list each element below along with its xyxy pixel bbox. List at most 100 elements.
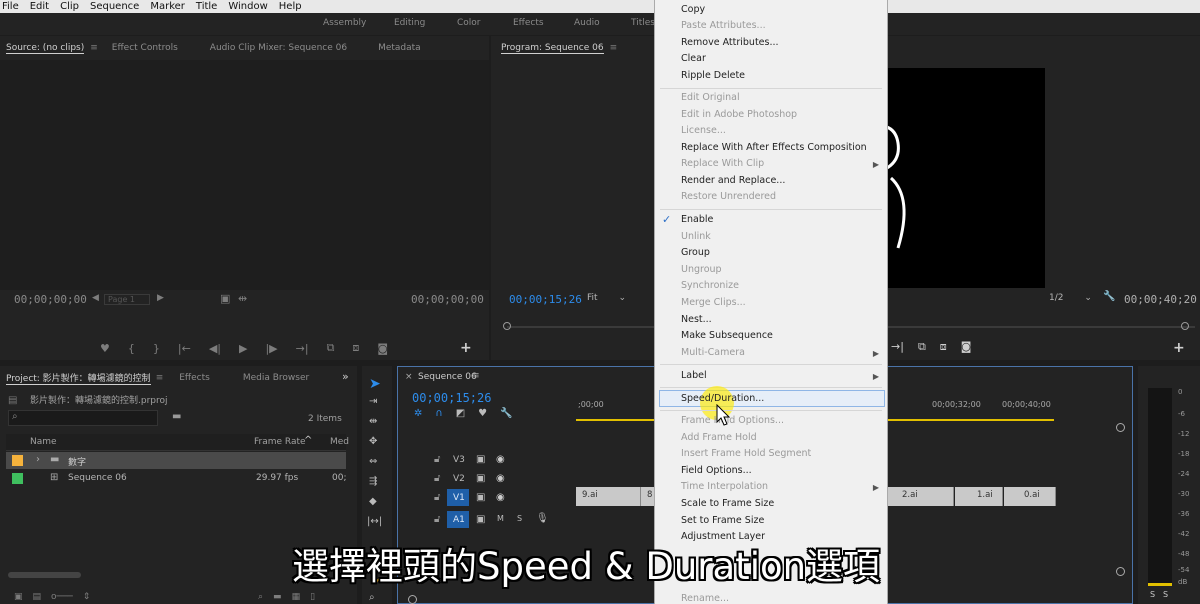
find-icon[interactable]: ⌕ <box>258 592 263 602</box>
menu-item-nest[interactable]: Nest... <box>681 314 712 325</box>
lock-icon[interactable]: 🔓︎ <box>434 473 440 484</box>
menu-item-edit-original[interactable]: Edit Original <box>681 92 740 103</box>
selection-tool-icon[interactable]: ➤ <box>369 376 381 392</box>
drag-audio-icon[interactable]: ⇹ <box>238 292 247 305</box>
microphone-icon[interactable]: 🎙︎ <box>536 513 549 524</box>
tab-metadata[interactable]: Metadata <box>378 43 421 53</box>
sync-lock-icon[interactable]: ▣ <box>476 514 485 525</box>
track-select-tool-icon[interactable]: ⇥ <box>369 396 377 407</box>
timeline-clip[interactable]: 8 <box>641 487 655 506</box>
eye-icon[interactable]: ◉ <box>496 492 505 503</box>
more-tabs-icon[interactable]: » <box>342 370 349 383</box>
list-item[interactable]: ⊞ Sequence 06 29.97 fps 00; <box>6 470 346 487</box>
tab-sequence[interactable]: Sequence 06 <box>418 372 477 382</box>
list-item[interactable]: › ▬ 數字 <box>6 452 346 469</box>
settings-wrench-icon[interactable]: 🔧 <box>500 408 512 419</box>
track-v3-label[interactable]: V3 <box>453 455 465 465</box>
solo-right-button[interactable]: S <box>1163 590 1168 599</box>
nest-toggle-icon[interactable]: ✲ <box>414 408 422 419</box>
workspace-editing[interactable]: Editing <box>394 18 425 28</box>
menu-item-copy[interactable]: Copy <box>681 4 705 15</box>
solo-left-button[interactable]: S <box>1150 590 1155 599</box>
source-timecode-in[interactable]: 00;00;00;00 <box>14 293 87 306</box>
menu-item-speed-duration[interactable]: Speed/Duration... <box>681 393 764 404</box>
sort-up-icon[interactable]: ^ <box>304 435 312 446</box>
menu-item-label[interactable]: Label <box>681 370 707 381</box>
timeline-timecode[interactable]: 00;00;15;26 <box>412 391 491 405</box>
menu-item-unlink[interactable]: Unlink <box>681 231 711 242</box>
menu-item-synchronize[interactable]: Synchronize <box>681 280 739 291</box>
menu-item-add-frame-hold[interactable]: Add Frame Hold <box>681 432 757 443</box>
tab-effects[interactable]: Effects <box>179 373 210 383</box>
page-prev-icon[interactable]: ◀ <box>92 293 99 303</box>
hamburger-icon[interactable]: ≡ <box>156 373 164 383</box>
menu-clip[interactable]: Clip <box>60 1 79 12</box>
menu-file[interactable]: File <box>2 1 19 12</box>
menu-item-replace-with-ae-comp[interactable]: Replace With After Effects Composition <box>681 142 867 153</box>
hamburger-icon[interactable]: ≡ <box>610 43 618 53</box>
go-to-out-icon[interactable]: →| <box>891 340 904 354</box>
menu-item-group[interactable]: Group <box>681 247 710 258</box>
menu-item-time-interpolation[interactable]: Time Interpolation <box>681 481 768 492</box>
menu-item-restore-unrendered[interactable]: Restore Unrendered <box>681 191 776 202</box>
tab-source[interactable]: Source: (no clips) <box>6 43 85 54</box>
column-frame-rate[interactable]: Frame Rate <box>254 437 306 447</box>
tab-audio-clip-mixer[interactable]: Audio Clip Mixer: Sequence 06 <box>210 43 347 53</box>
workspace-titles[interactable]: Titles <box>631 18 655 28</box>
lock-icon[interactable]: ▣ <box>14 592 23 604</box>
search-input[interactable]: ⌕ <box>8 410 158 426</box>
sync-lock-icon[interactable]: ▣ <box>476 492 485 503</box>
eye-icon[interactable]: ◉ <box>496 454 505 465</box>
zoom-slider-icon[interactable]: o─── <box>51 592 73 604</box>
razor-tool-icon[interactable]: ⇶ <box>369 476 377 487</box>
scrubber-handle-right[interactable] <box>1181 322 1189 330</box>
slip-tool-icon[interactable]: |↔| <box>367 516 382 527</box>
insert-icon[interactable]: ⧉ <box>327 341 335 355</box>
hamburger-icon[interactable]: ≡ <box>472 371 480 381</box>
play-icon[interactable]: ▶ <box>239 342 247 355</box>
menu-item-license[interactable]: License... <box>681 125 726 136</box>
tab-effect-controls[interactable]: Effect Controls <box>112 43 178 53</box>
menu-item-set-to-frame-size[interactable]: Set to Frame Size <box>681 515 764 526</box>
menu-item-paste-attributes[interactable]: Paste Attributes... <box>681 20 766 31</box>
rolling-edit-tool-icon[interactable]: ✥ <box>369 436 377 447</box>
sort-icon[interactable]: ⇕ <box>83 592 91 604</box>
menu-item-rename[interactable]: Rename... <box>681 593 729 604</box>
menu-item-merge-clips[interactable]: Merge Clips... <box>681 297 746 308</box>
workspace-assembly[interactable]: Assembly <box>323 18 366 28</box>
workspace-color[interactable]: Color <box>457 18 481 28</box>
eye-icon[interactable]: ◉ <box>496 473 505 484</box>
trash-icon[interactable]: ▯ <box>310 592 315 602</box>
menu-title[interactable]: Title <box>196 1 217 12</box>
export-frame-icon[interactable]: ◙ <box>961 340 972 354</box>
vertical-scroll-handle[interactable] <box>1116 423 1125 432</box>
overwrite-icon[interactable]: ⧈ <box>352 341 359 355</box>
vertical-scroll-handle[interactable] <box>1116 567 1125 576</box>
timeline-clip[interactable]: 9.ai <box>576 487 641 506</box>
mark-in-icon[interactable]: { <box>128 342 135 355</box>
page-select[interactable]: Page 1 <box>104 294 150 305</box>
menu-item-edit-in-photoshop[interactable]: Edit in Adobe Photoshop <box>681 109 797 120</box>
new-bin-icon[interactable]: ▬ <box>273 592 282 602</box>
menu-marker[interactable]: Marker <box>150 1 185 12</box>
timeline-clip[interactable]: 2.ai <box>888 487 954 506</box>
step-forward-icon[interactable]: |▶ <box>265 342 277 355</box>
menu-item-make-subsequence[interactable]: Make Subsequence <box>681 330 773 341</box>
tab-media-browser[interactable]: Media Browser <box>243 373 309 383</box>
sync-lock-icon[interactable]: ▣ <box>476 454 485 465</box>
menu-item-ungroup[interactable]: Ungroup <box>681 264 722 275</box>
add-marker-icon[interactable]: ♥ <box>100 342 110 355</box>
timeline-clip[interactable]: 1.ai <box>955 487 1003 506</box>
new-item-icon[interactable]: ▦ <box>292 592 301 602</box>
column-media[interactable]: Med <box>330 437 349 447</box>
lift-icon[interactable]: ⧉ <box>918 340 926 354</box>
menu-help[interactable]: Help <box>279 1 302 12</box>
menu-item-frame-hold-options[interactable]: Frame Hold Options... <box>681 415 784 426</box>
menu-window[interactable]: Window <box>228 1 267 12</box>
track-a1-label[interactable]: A1 <box>453 515 465 525</box>
rate-stretch-tool-icon[interactable]: ⇔ <box>369 456 377 467</box>
menu-sequence[interactable]: Sequence <box>90 1 139 12</box>
expand-arrow-icon[interactable]: › <box>36 454 40 465</box>
go-to-out-icon[interactable]: →| <box>296 342 309 355</box>
tab-program[interactable]: Program: Sequence 06 <box>501 43 604 54</box>
